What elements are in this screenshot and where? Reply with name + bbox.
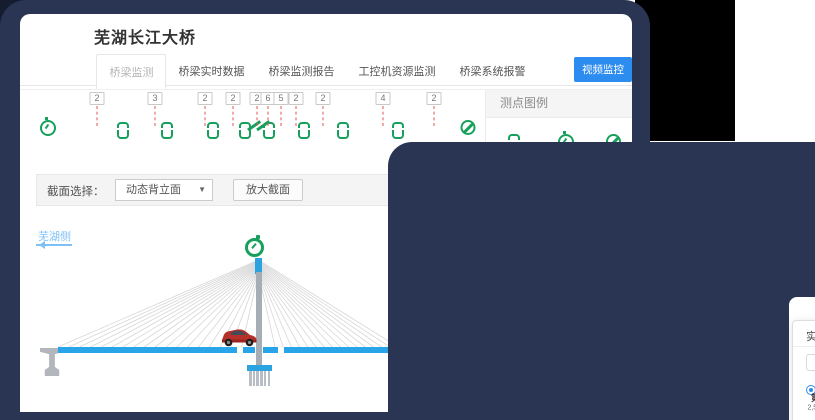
pile <box>256 371 259 386</box>
sensor-count-badge: 2 <box>316 92 331 105</box>
tab-桥梁监测报告[interactable]: 桥梁监测报告 <box>256 54 346 87</box>
deck-segment <box>284 347 388 353</box>
sensor-dashed-line <box>97 106 98 126</box>
pile <box>253 371 256 386</box>
enlarge-section-button[interactable]: 放大截面 <box>233 179 303 201</box>
pile <box>264 371 267 386</box>
section-dropdown[interactable]: 动态背立面 ▼ <box>115 179 213 201</box>
legend-panel-header: 测点图例 <box>486 90 632 118</box>
sensor-dashed-line <box>257 106 258 126</box>
tab-桥梁实时数据[interactable]: 桥梁实时数据 <box>166 54 256 87</box>
background-black-panel <box>635 0 735 141</box>
sensor-dashed-line <box>281 106 282 126</box>
sensor-count-badge: 2 <box>427 92 442 105</box>
sensor-dashed-line <box>323 106 324 126</box>
sensor-link-icon <box>298 122 310 139</box>
deck-segment <box>58 347 237 353</box>
pile <box>268 371 271 386</box>
front-window-page: 实时曲线 ✕ 实时曲线图监控回放 最近两个月 - 查询 第七跨跨中振动 <box>789 297 815 420</box>
realtime-curve-modal: 实时曲线 ✕ 实时曲线图监控回放 最近两个月 - 查询 第七跨跨中振动 <box>792 320 815 420</box>
sensor-gauge-icon <box>40 120 56 136</box>
sensor-dashed-line <box>434 106 435 126</box>
car-image <box>218 325 260 349</box>
modal-header: 实时曲线 ✕ <box>793 321 815 347</box>
sensor-link-icon <box>239 122 251 139</box>
chart-legend[interactable]: 第七跨跨中振动 <box>793 380 815 390</box>
front-window-frame: 实时曲线 ✕ 实时曲线图监控回放 最近两个月 - 查询 第七跨跨中振动 <box>388 142 815 420</box>
svg-text:2,500: 2,500 <box>807 405 815 412</box>
section-select-label: 截面选择： <box>47 183 105 199</box>
sensor-dashed-line <box>155 106 156 126</box>
sensor-link-icon <box>207 122 219 139</box>
sensor-count-badge: 3 <box>148 92 163 105</box>
sensor-count-badge: 4 <box>376 92 391 105</box>
tab-桥梁监测[interactable]: 桥梁监测 <box>96 54 166 89</box>
sensor-dashed-line <box>233 106 234 126</box>
sensor-dashed-line <box>383 106 384 126</box>
modal-title: 实时曲线 <box>806 328 815 344</box>
sensor-count-badge: 2 <box>90 92 105 105</box>
pile <box>260 371 263 386</box>
tower-sensor-gauge-icon <box>245 238 264 257</box>
tab-桥梁系统报警[interactable]: 桥梁系统报警 <box>447 54 537 87</box>
pile <box>249 371 252 386</box>
chart-canvas: 05001,0001,5002,0002,5002018-09-30 16:01… <box>799 401 815 420</box>
sensor-count-badge: 2 <box>198 92 213 105</box>
sensor-disabled-icon <box>461 120 476 135</box>
sensor-dashed-line <box>205 106 206 126</box>
chevron-down-icon: ▼ <box>188 180 206 200</box>
vibration-chart: 05001,0001,5002,0002,5002018-09-30 16:01… <box>799 401 815 420</box>
page-title: 芜湖长江大桥 <box>94 24 196 48</box>
section-dropdown-value: 动态背立面 <box>126 184 181 196</box>
sensor-link-icon <box>392 122 404 139</box>
sensor-link-icon <box>117 122 129 139</box>
sensor-dashed-line <box>296 106 297 126</box>
sensor-link-icon <box>337 122 349 139</box>
video-monitor-button[interactable]: 视频监控 <box>574 57 632 82</box>
sensor-count-badge: 2 <box>226 92 241 105</box>
sensor-dashed-line <box>268 106 269 126</box>
sensor-count-badge: 2 <box>289 92 304 105</box>
main-tabbar: 桥梁监测桥梁实时数据桥梁监测报告工控机资源监测桥梁系统报警 视频监控 <box>20 54 632 86</box>
sensor-link-icon <box>161 122 173 139</box>
section-select-toolbar: 截面选择： 动态背立面 ▼ 放大截面 <box>36 174 390 206</box>
deck-segment <box>263 347 278 353</box>
sensor-count-badge: 5 <box>274 92 289 105</box>
screenshot-stage: 芜湖长江大桥 桥梁监测桥梁实时数据桥梁监测报告工控机资源监测桥梁系统报警 视频监… <box>0 0 815 420</box>
tab-工控机资源监测[interactable]: 工控机资源监测 <box>346 54 447 87</box>
